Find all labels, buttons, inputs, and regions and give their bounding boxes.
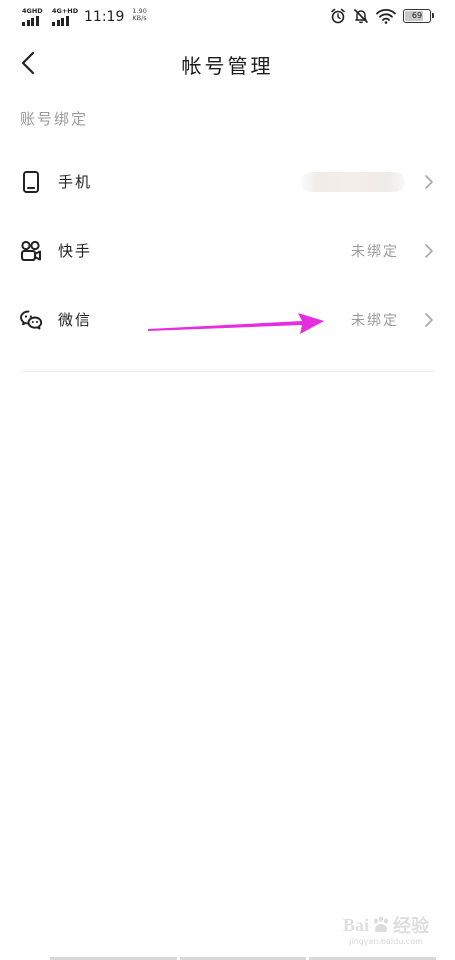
- network-speed-unit: KB/s: [132, 14, 147, 22]
- chevron-right-icon: [425, 244, 433, 258]
- annotation-arrow: [148, 313, 324, 334]
- network-type-1: 4GHD: [22, 7, 43, 15]
- phone-icon: [23, 171, 39, 193]
- status-time: 11:19: [84, 9, 125, 25]
- status-bar: 4GHD 4G+HD 11:19 1.90 KB/s 69: [0, 0, 455, 36]
- mute-bell-icon: [354, 9, 368, 24]
- battery-level: 69: [411, 11, 423, 20]
- signal-icon-2: 4G+HD: [52, 7, 78, 26]
- page-title: 帐号管理: [181, 54, 274, 78]
- blurred-phone-number: [301, 172, 405, 192]
- network-speed: 1.90 KB/s: [132, 8, 146, 22]
- binding-row-phone[interactable]: 手机: [0, 152, 455, 212]
- watermark-logo-right: 经验: [393, 916, 429, 936]
- watermark: Bai 经验 jingyan.baidu.com: [343, 912, 429, 947]
- binding-row-wechat[interactable]: 微信 未绑定: [0, 290, 455, 350]
- paw-icon: [374, 916, 388, 933]
- kuaishou-icon: [21, 240, 41, 261]
- chevron-right-icon: [425, 313, 433, 327]
- signal-icon: 4GHD: [22, 7, 44, 26]
- row-status: 未绑定: [351, 313, 399, 329]
- divider: [20, 371, 435, 372]
- alarm-icon: [331, 8, 345, 24]
- watermark-logo: Bai 经验: [343, 912, 429, 938]
- watermark-logo-left: Bai: [342, 914, 369, 935]
- section-label: 账号绑定: [20, 110, 89, 128]
- watermark-url: jingyan.baidu.com: [349, 937, 423, 946]
- binding-row-kuaishou[interactable]: 快手 未绑定: [0, 221, 455, 281]
- wifi-icon: [376, 9, 396, 24]
- row-label: 快手: [58, 242, 93, 260]
- header: 帐号管理: [0, 40, 455, 86]
- row-label: 微信: [58, 311, 93, 329]
- chevron-right-icon: [425, 175, 433, 189]
- network-type-2: 4G+HD: [52, 7, 79, 15]
- row-status: 未绑定: [351, 244, 399, 260]
- row-label: 手机: [58, 173, 93, 191]
- wechat-icon: [20, 310, 43, 330]
- battery-icon: 69: [403, 9, 434, 23]
